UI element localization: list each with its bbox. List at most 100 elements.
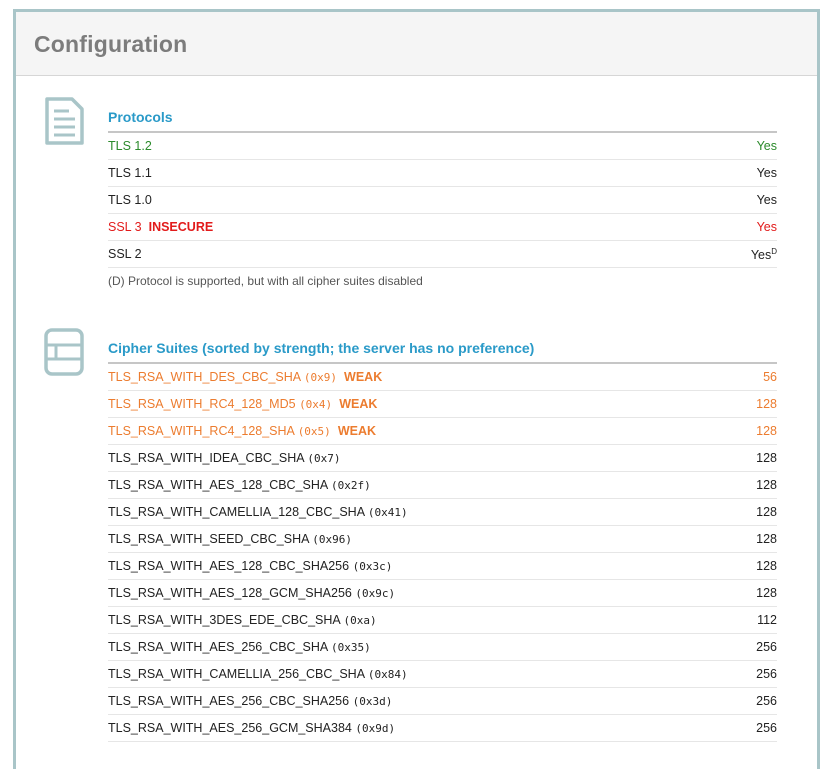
protocol-support: YesD [751,247,777,262]
protocol-name-text: TLS 1.1 [108,166,152,180]
cipher-suite-code: (0x4) [299,398,333,411]
cipher-suite-code: (0x96) [312,533,352,546]
cipher-suite-name-text: TLS_RSA_WITH_AES_256_CBC_SHA [108,640,328,654]
protocols-footnote: (D) Protocol is supported, but with all … [108,274,423,288]
weak-badge: WEAK [337,424,377,438]
cipher-suite-row: TLS_RSA_WITH_3DES_EDE_CBC_SHA (0xa) 112 [108,607,777,634]
cipher-strength: 128 [756,478,777,492]
cipher-suite-code: (0x3d) [352,695,393,708]
cipher-suite-name: TLS_RSA_WITH_3DES_EDE_CBC_SHA (0xa) [108,613,377,627]
cipher-suite-row: TLS_RSA_WITH_RC4_128_SHA (0x5) WEAK 128 [108,418,777,445]
weak-badge: WEAK [344,370,383,384]
protocol-support-text: Yes [756,220,777,234]
cipher-suite-name-text: TLS_RSA_WITH_RC4_128_SHA [108,424,295,438]
cipher-strength: 256 [756,694,777,708]
cipher-suite-name: TLS_RSA_WITH_RC4_128_SHA (0x5) WEAK [108,424,376,438]
cipher-strength: 256 [756,640,777,654]
protocol-name: TLS 1.1 [108,166,152,180]
cipher-suite-name-text: TLS_RSA_WITH_IDEA_CBC_SHA [108,451,304,465]
panel-header: Configuration [16,12,817,76]
protocol-name: TLS 1.2 [108,139,152,153]
cipher-suite-row: TLS_RSA_WITH_AES_128_CBC_SHA (0x2f) 128 [108,472,777,499]
protocol-name: SSL 3 INSECURE [108,220,213,234]
document-icon [45,97,84,145]
cipher-strength: 112 [757,613,777,627]
cipher-suite-name-text: TLS_RSA_WITH_AES_128_CBC_SHA256 [108,559,350,573]
cipher-suite-name: TLS_RSA_WITH_AES_256_CBC_SHA256 (0x3d) [108,694,392,708]
cipher-suite-row: TLS_RSA_WITH_AES_128_CBC_SHA256 (0x3c) 12… [108,553,777,580]
cipher-suite-name: TLS_RSA_WITH_DES_CBC_SHA (0x9) WEAK [108,370,382,384]
cipher-suites-title: Cipher Suites (sorted by strength; the s… [108,340,535,356]
cipher-suite-row: TLS_RSA_WITH_IDEA_CBC_SHA (0x7) 128 [108,445,777,472]
cipher-suite-name: TLS_RSA_WITH_AES_128_CBC_SHA (0x2f) [108,478,371,492]
protocol-name: TLS 1.0 [108,193,152,207]
cipher-suite-code: (0x9) [303,371,338,384]
protocols-title: Protocols [108,109,173,125]
protocol-name: SSL 2 [108,247,142,261]
cipher-suite-row: TLS_RSA_WITH_RC4_128_MD5 (0x4) WEAK 128 [108,391,777,418]
cipher-suite-name-text: TLS_RSA_WITH_RC4_128_MD5 [108,397,296,411]
cipher-strength: 56 [763,370,777,384]
page-title: Configuration [34,31,188,57]
protocol-support-text: Yes [756,166,777,180]
cipher-suite-name: TLS_RSA_WITH_RC4_128_MD5 (0x4) WEAK [108,397,377,411]
protocol-support-text: Yes [750,248,772,263]
protocol-support: Yes [757,166,777,180]
cipher-suite-name: TLS_RSA_WITH_CAMELLIA_128_CBC_SHA (0x41) [108,505,408,519]
cipher-strength: 128 [756,586,777,600]
cipher-suite-row: TLS_RSA_WITH_SEED_CBC_SHA (0x96) 128 [108,526,777,553]
weak-badge: WEAK [339,397,378,411]
cipher-suite-code: (0x35) [331,641,371,654]
cipher-suite-name: TLS_RSA_WITH_AES_256_CBC_SHA (0x35) [108,640,371,654]
cipher-strength: 128 [756,559,777,573]
cipher-strength: 128 [756,505,777,519]
protocol-row: SSL 3 INSECURE Yes [108,214,777,241]
cipher-suite-name: TLS_RSA_WITH_CAMELLIA_256_CBC_SHA (0x84) [108,667,408,681]
cipher-suite-name-text: TLS_RSA_WITH_3DES_EDE_CBC_SHA [108,613,341,627]
cipher-strength: 256 [756,721,777,735]
cipher-strength: 128 [756,451,777,465]
cipher-suite-name-text: TLS_RSA_WITH_AES_256_CBC_SHA256 [108,694,350,708]
protocol-name-text: TLS 1.0 [108,193,152,207]
protocol-row: TLS 1.0 Yes [108,187,777,214]
cipher-suite-name-text: TLS_RSA_WITH_CAMELLIA_128_CBC_SHA [108,505,365,519]
cipher-suite-code: (0x84) [367,668,408,681]
cipher-suites-table: TLS_RSA_WITH_DES_CBC_SHA (0x9) WEAK 56 TLS_… [108,364,777,742]
cipher-strength: 128 [756,424,777,438]
insecure-badge: INSECURE [148,220,214,234]
cipher-suite-name-text: TLS_RSA_WITH_DES_CBC_SHA [108,370,301,384]
protocol-name-text: SSL 2 [108,247,142,261]
cipher-suite-code: (0x9d) [355,722,396,735]
cipher-suites-icon [44,328,84,376]
cipher-suite-name-text: TLS_RSA_WITH_AES_256_GCM_SHA384 [108,721,352,735]
cipher-suite-row: TLS_RSA_WITH_AES_128_GCM_SHA256 (0x9c) 12… [108,580,777,607]
cipher-suite-row: TLS_RSA_WITH_AES_256_CBC_SHA (0x35) 256 [108,634,777,661]
cipher-suite-name: TLS_RSA_WITH_AES_256_GCM_SHA384 (0x9d) [108,721,395,735]
protocol-name-text: SSL 3 [108,220,142,234]
cipher-suite-row: TLS_RSA_WITH_CAMELLIA_128_CBC_SHA (0x41)… [108,499,777,526]
cipher-strength: 256 [756,667,777,681]
protocol-support-text: Yes [756,139,777,153]
cipher-suite-name-text: TLS_RSA_WITH_AES_128_CBC_SHA [108,478,328,492]
protocol-row: SSL 2 YesD [108,241,777,268]
cipher-suite-code: (0x41) [367,506,408,519]
cipher-suite-code: (0x5) [297,425,331,438]
cipher-suite-name: TLS_RSA_WITH_AES_128_GCM_SHA256 (0x9c) [108,586,395,600]
protocol-support: Yes [757,193,777,207]
cipher-suite-name: TLS_RSA_WITH_IDEA_CBC_SHA (0x7) [108,451,341,465]
configuration-panel: Configuration Protocols TLS 1.2 Yes TLS 1.… [13,9,820,769]
protocol-name-text: TLS 1.2 [108,139,152,153]
protocol-support-text: Yes [756,193,777,207]
cipher-suite-row: TLS_RSA_WITH_AES_256_GCM_SHA384 (0x9d) 25… [108,715,777,742]
cipher-suite-code: (0x7) [307,452,341,465]
protocol-support: Yes [757,139,777,153]
cipher-suite-code: (0x9c) [355,587,396,600]
protocol-row: TLS 1.2 Yes [108,133,777,160]
cipher-suite-name-text: TLS_RSA_WITH_SEED_CBC_SHA [108,532,309,546]
cipher-suite-row: TLS_RSA_WITH_AES_256_CBC_SHA256 (0x3d) 25… [108,688,777,715]
cipher-suite-name: TLS_RSA_WITH_SEED_CBC_SHA (0x96) [108,532,352,546]
cipher-suite-row: TLS_RSA_WITH_DES_CBC_SHA (0x9) WEAK 56 [108,364,777,391]
cipher-suite-name-text: TLS_RSA_WITH_CAMELLIA_256_CBC_SHA [108,667,365,681]
cipher-suite-code: (0x3c) [352,560,393,573]
cipher-strength: 128 [756,532,777,546]
